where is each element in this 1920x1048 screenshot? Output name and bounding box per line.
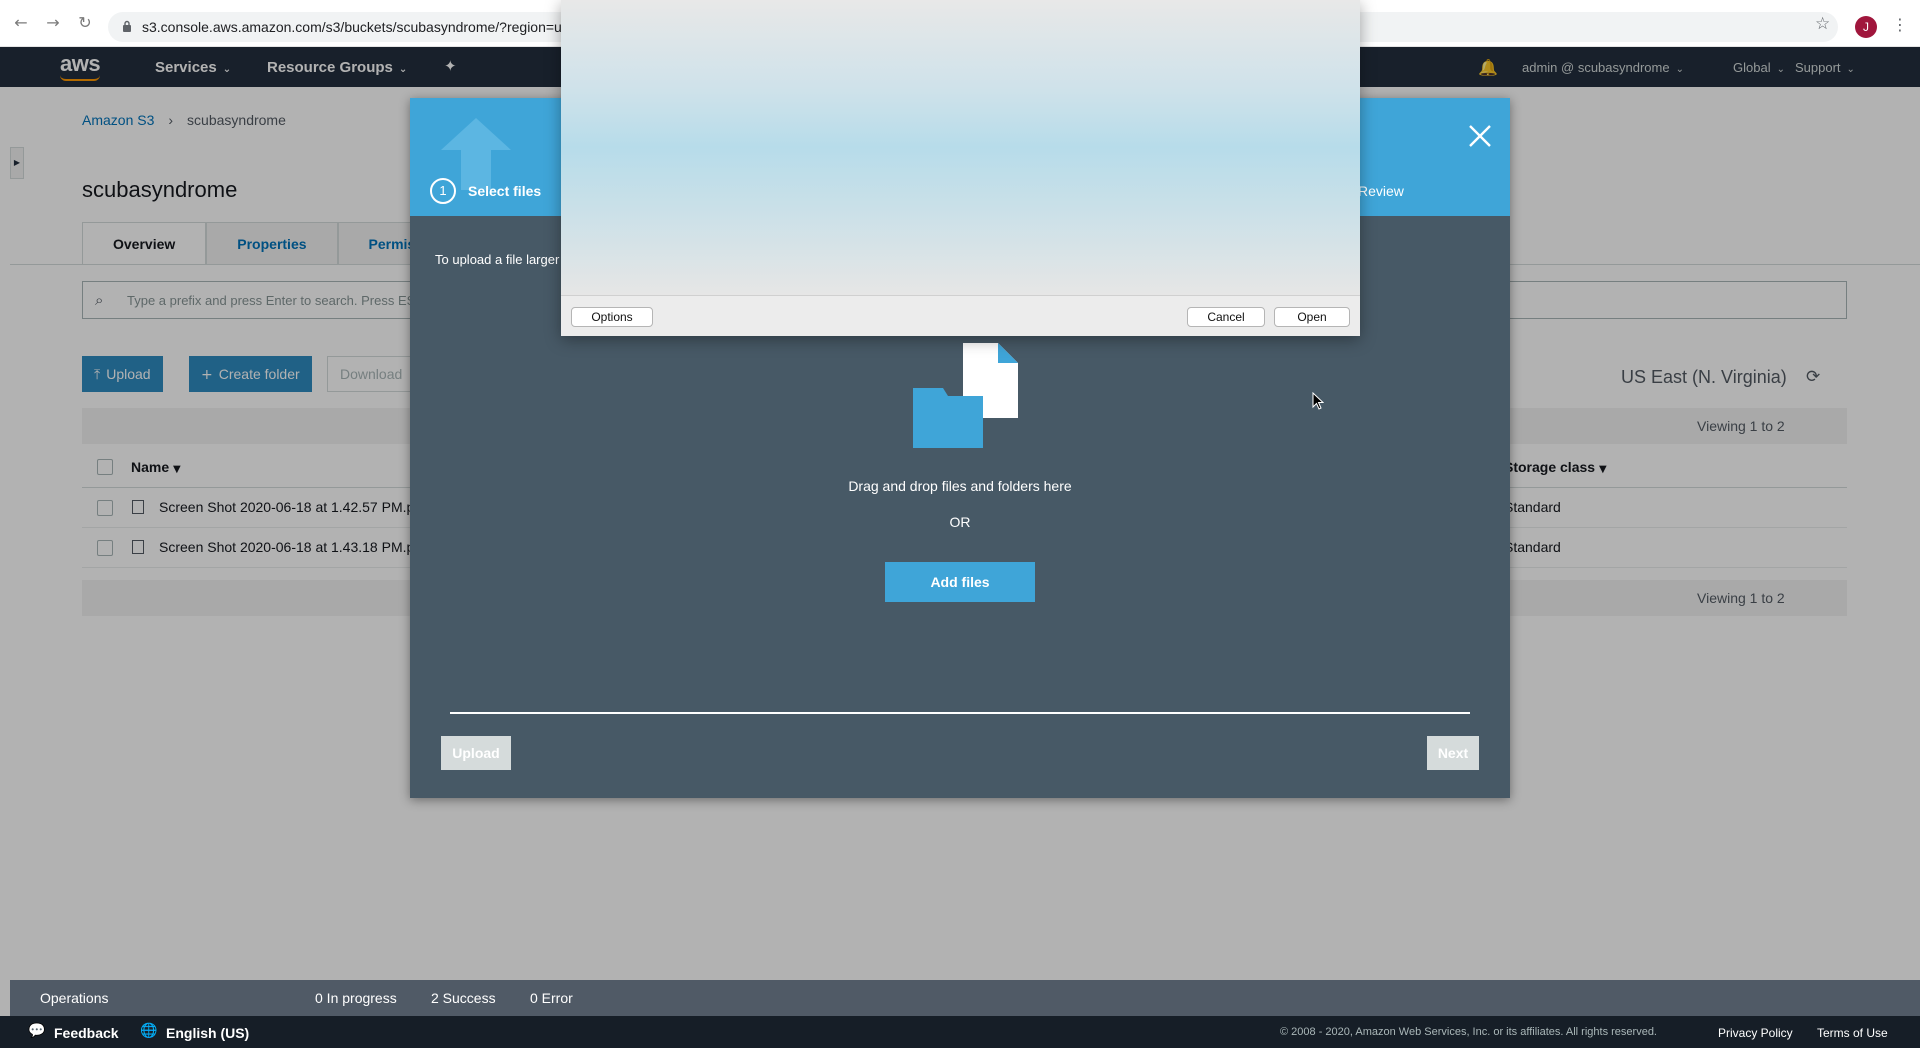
footer: 💬 Feedback 🌐 English (US) © 2008 - 2020,… (0, 1016, 1920, 1048)
step-number: 1 (430, 178, 456, 204)
options-button[interactable]: Options (571, 307, 653, 327)
feedback-link[interactable]: Feedback (54, 1025, 119, 1041)
close-icon[interactable] (1466, 122, 1494, 150)
or-separator: OR (949, 514, 971, 530)
modal-upload-button[interactable]: Upload (441, 736, 511, 770)
file-chooser-footer: Options Cancel Open (561, 295, 1360, 336)
forward-icon[interactable]: → (44, 14, 62, 32)
open-button[interactable]: Open (1274, 307, 1350, 327)
back-icon[interactable]: ← (12, 14, 30, 32)
file-chooser-dialog: Options Cancel Open (561, 0, 1360, 336)
terms-of-use-link[interactable]: Terms of Use (1817, 1026, 1888, 1040)
drop-zone-text: Drag and drop files and folders here (848, 478, 1072, 494)
modal-next-button[interactable]: Next (1427, 736, 1479, 770)
copyright-text: © 2008 - 2020, Amazon Web Services, Inc.… (1280, 1026, 1657, 1038)
privacy-policy-link[interactable]: Privacy Policy (1718, 1026, 1793, 1040)
bookmark-star-icon[interactable]: ☆ (1815, 14, 1830, 34)
file-chooser-body[interactable] (561, 0, 1360, 295)
operations-success[interactable]: 2 Success (431, 990, 496, 1006)
mouse-cursor-icon (1312, 392, 1324, 410)
reload-icon[interactable]: ↻ (76, 14, 94, 32)
feedback-icon: 💬 (28, 1023, 46, 1039)
language-selector[interactable]: English (US) (166, 1025, 249, 1041)
cancel-button[interactable]: Cancel (1187, 307, 1265, 327)
files-folder-icon (913, 343, 1018, 448)
operations-in-progress[interactable]: 0 In progress (315, 990, 397, 1006)
profile-avatar[interactable]: J (1855, 16, 1877, 38)
globe-icon: 🌐 (140, 1023, 158, 1039)
lock-icon (123, 20, 131, 32)
step-select-files[interactable]: Select files (468, 183, 541, 199)
operations-label[interactable]: Operations (40, 990, 108, 1006)
browser-menu-icon[interactable]: ⋮ (1892, 15, 1908, 34)
operations-bar: Operations 0 In progress 2 Success 0 Err… (10, 980, 1920, 1016)
add-files-button[interactable]: Add files (885, 562, 1035, 602)
modal-divider (450, 712, 1470, 714)
step-review[interactable]: Review (1358, 183, 1404, 199)
operations-error[interactable]: 0 Error (530, 990, 573, 1006)
